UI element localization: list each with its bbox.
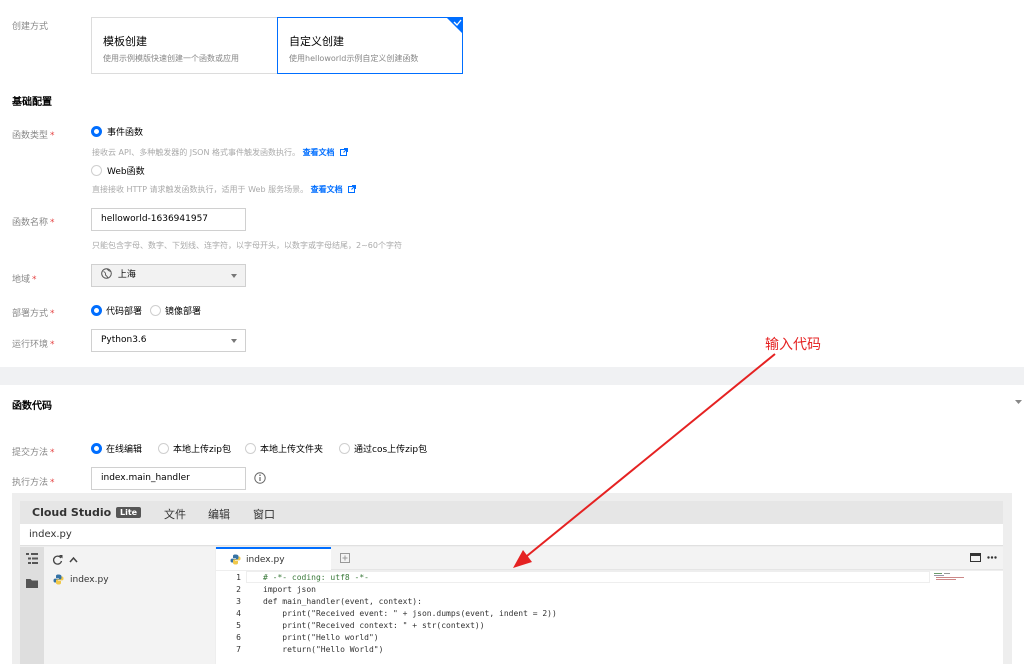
custom-create-desc: 使用helloworld示例自定义创建函数 <box>289 54 419 63</box>
python-file-icon <box>230 554 241 565</box>
ide-activity-bar <box>20 547 44 664</box>
func-type-label: 函数类型 * <box>12 131 55 141</box>
info-icon[interactable] <box>254 472 266 484</box>
annotation-arrow <box>513 353 776 568</box>
web-doc-link[interactable]: 查看文档 <box>311 185 357 194</box>
deploy-label: 部署方式 * <box>12 309 55 319</box>
ide-explorer: index.py <box>44 547 215 664</box>
tab-label: index.py <box>246 554 285 565</box>
menu-window[interactable]: 窗口 <box>253 506 275 522</box>
external-link-icon <box>348 185 357 193</box>
ide-brand: Cloud Studio <box>32 506 112 519</box>
code-line: print("Received event: " + json.dumps(ev… <box>263 609 557 618</box>
func-name-input[interactable]: helloworld-1636941957 <box>91 208 246 231</box>
menu-edit[interactable]: 编辑 <box>208 506 230 522</box>
menu-file[interactable]: 文件 <box>164 506 186 522</box>
code-deploy-label: 代码部署 <box>106 307 143 317</box>
minimap[interactable] <box>934 573 974 581</box>
python-file-icon <box>53 574 64 585</box>
radio-unselected-icon <box>150 305 161 316</box>
explorer-icon[interactable] <box>26 553 38 564</box>
refresh-icon[interactable] <box>52 554 63 565</box>
event-function-help: 接收云 API、多种触发器的 JSON 格式事件触发函数执行。 查看文档 <box>92 147 349 158</box>
line-number: 7 <box>236 645 241 654</box>
code-lines: # -*- coding: utf8 -*- import json def m… <box>263 572 557 656</box>
selected-check-icon <box>446 17 463 34</box>
event-function-label: 事件函数 <box>107 128 144 138</box>
radio-selected-icon <box>91 126 102 137</box>
line-numbers: 1 2 3 4 5 6 7 <box>216 572 241 656</box>
event-function-radio[interactable]: 事件函数 <box>91 125 143 138</box>
upload-folder-radio[interactable]: 本地上传文件夹 <box>245 442 323 455</box>
handler-label: 执行方法 * <box>12 478 55 488</box>
region-select[interactable]: 上海 <box>91 264 246 287</box>
event-doc-link[interactable]: 查看文档 <box>303 148 349 157</box>
web-function-label: Web函数 <box>107 167 145 177</box>
maximize-icon[interactable] <box>970 553 981 562</box>
template-create-title: 模板创建 <box>103 35 147 48</box>
radio-unselected-icon <box>91 165 102 176</box>
tree-file-index[interactable]: index.py <box>53 574 109 585</box>
online-edit-label: 在线编辑 <box>106 445 143 455</box>
region-label: 地域 * <box>12 275 37 285</box>
radio-unselected-icon <box>158 443 169 454</box>
custom-create-card[interactable]: 自定义创建 使用helloworld示例自定义创建函数 <box>277 17 463 74</box>
current-file-path: index.py <box>29 529 72 540</box>
radio-unselected-icon <box>245 443 256 454</box>
runtime-label: 运行环境 * <box>12 340 55 350</box>
code-line: print("Hello world") <box>263 633 379 642</box>
func-name-label: 函数名称 * <box>12 218 55 228</box>
code-deploy-radio[interactable]: 代码部署 <box>91 304 142 317</box>
code-line: def main_handler(event, context): <box>263 597 422 606</box>
upload-zip-radio[interactable]: 本地上传zip包 <box>158 442 231 455</box>
cos-zip-label: 通过cos上传zip包 <box>354 445 428 455</box>
func-name-help: 只能包含字母、数字、下划线、连字符，以字母开头，以数字或字母结尾，2~60个字符 <box>92 241 402 250</box>
radio-unselected-icon <box>339 443 350 454</box>
function-code-title: 函数代码 <box>12 401 52 412</box>
handler-input[interactable]: index.main_handler <box>91 467 246 490</box>
region-value: 上海 <box>117 270 136 280</box>
new-tab-icon[interactable] <box>340 553 350 563</box>
upload-zip-label: 本地上传zip包 <box>173 445 231 455</box>
line-number: 6 <box>236 633 241 642</box>
chevron-down-icon <box>231 339 237 343</box>
template-create-desc: 使用示例模版快速创建一个函数或应用 <box>103 54 239 63</box>
line-number: 5 <box>236 621 241 630</box>
image-deploy-radio[interactable]: 镜像部署 <box>150 304 201 317</box>
external-link-icon <box>340 148 349 156</box>
radio-selected-icon <box>91 443 102 454</box>
web-function-help: 直接接收 HTTP 请求触发函数执行，适用于 Web 服务场景。 查看文档 <box>92 184 357 195</box>
runtime-select[interactable]: Python3.6 <box>91 329 246 352</box>
basic-config-title: 基础配置 <box>12 97 52 108</box>
line-number: 3 <box>236 597 241 606</box>
folder-icon[interactable] <box>26 578 38 588</box>
cos-zip-radio[interactable]: 通过cos上传zip包 <box>339 442 427 455</box>
ide-lite-badge: Lite <box>116 507 142 518</box>
template-create-card[interactable]: 模板创建 使用示例模版快速创建一个函数或应用 <box>91 17 278 74</box>
line-number: 4 <box>236 609 241 618</box>
runtime-value: Python3.6 <box>101 335 147 345</box>
image-deploy-label: 镜像部署 <box>165 307 202 317</box>
upload-folder-label: 本地上传文件夹 <box>260 445 324 455</box>
web-function-radio[interactable]: Web函数 <box>91 164 145 177</box>
create-method-label: 创建方式 <box>12 22 49 32</box>
line-number: 1 <box>236 573 241 582</box>
code-line: import json <box>263 585 316 594</box>
code-line: return("Hello World") <box>263 645 384 654</box>
submit-method-label: 提交方法 * <box>12 448 55 458</box>
code-editor[interactable]: 1 2 3 4 5 6 7 # -*- coding: utf8 -*- imp… <box>216 571 1003 664</box>
collapse-up-icon[interactable] <box>69 556 78 563</box>
globe-icon <box>101 268 112 279</box>
online-edit-radio[interactable]: 在线编辑 <box>91 442 142 455</box>
tree-file-label: index.py <box>70 574 109 585</box>
more-icon[interactable] <box>987 556 997 559</box>
tab-index-py[interactable]: index.py <box>216 547 331 570</box>
code-line: print("Received context: " + str(context… <box>263 621 485 630</box>
line-number: 2 <box>236 585 241 594</box>
collapse-caret-icon[interactable] <box>1015 400 1022 405</box>
radio-selected-icon <box>91 305 102 316</box>
custom-create-title: 自定义创建 <box>289 35 344 48</box>
chevron-down-icon <box>231 274 237 278</box>
